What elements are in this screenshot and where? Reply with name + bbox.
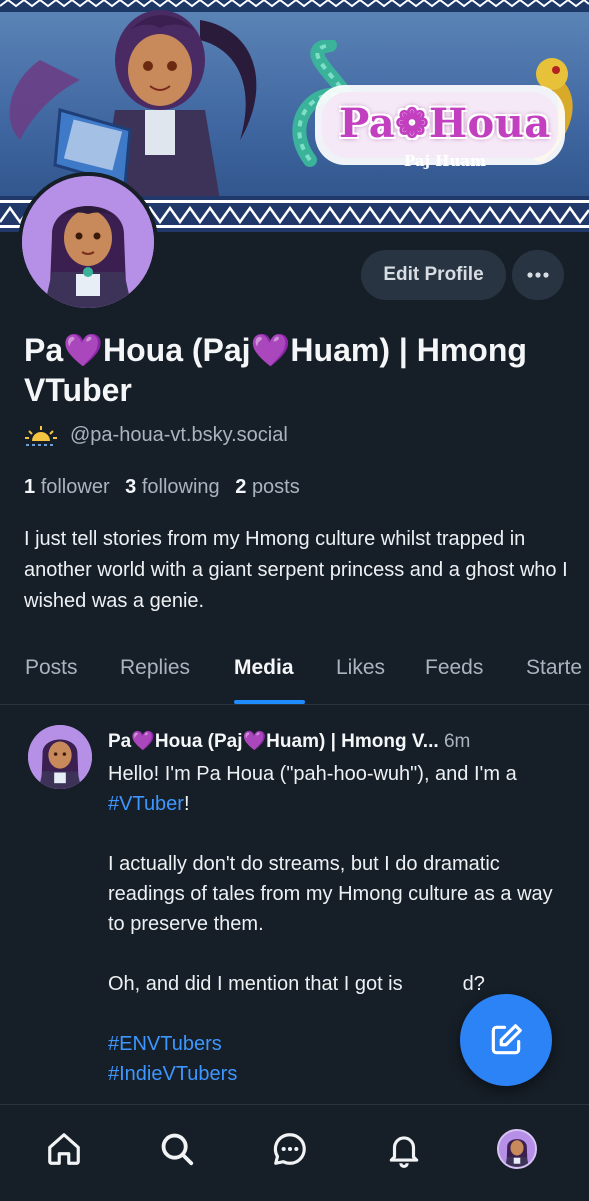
post-author-avatar[interactable]	[28, 725, 92, 789]
posts-label: posts	[251, 476, 300, 498]
post-header: Pa💜Houa (Paj💜Huam) | Hmong V... 6m	[108, 729, 578, 753]
profile-tabs: Posts Replies Media Likes Feeds Starte	[0, 640, 589, 705]
profile-display-name: Pa💜Houa (Paj💜Huam) | Hmong VTuber	[24, 332, 527, 408]
post-text-paragraph-3-end: d?	[462, 973, 485, 995]
profile-bio: I just tell stories from my Hmong cultur…	[24, 528, 568, 612]
avatar-character-icon	[499, 1131, 535, 1167]
following-label[interactable]: following	[142, 476, 220, 498]
chat-icon	[273, 1133, 306, 1165]
hashtag-vtuber[interactable]: #VTuber	[108, 793, 184, 815]
sunrise-icon	[25, 425, 57, 446]
tab-likes[interactable]: Likes	[336, 656, 385, 680]
compose-post-button[interactable]	[460, 994, 552, 1086]
nav-home[interactable]	[42, 1127, 86, 1171]
tab-starter-packs[interactable]: Starte	[526, 656, 582, 680]
avatar-character-icon	[22, 176, 154, 308]
profile-stats: 1 follower 3 following 2 posts	[24, 476, 300, 499]
ellipsis-icon	[527, 272, 549, 278]
avatar-character-icon	[28, 725, 92, 789]
edit-profile-button[interactable]: Edit Profile	[361, 250, 506, 300]
tab-feeds[interactable]: Feeds	[425, 656, 483, 680]
post-text-paragraph-3: Oh, and did I mention that I got is	[108, 973, 403, 995]
profile-avatar[interactable]	[18, 172, 158, 312]
tab-media[interactable]: Media	[234, 656, 294, 680]
followers-count[interactable]: 1	[24, 476, 35, 498]
followers-label[interactable]: follower	[41, 476, 110, 498]
following-count[interactable]: 3	[125, 476, 136, 498]
avatar-image	[22, 176, 154, 308]
tab-replies[interactable]: Replies	[120, 656, 190, 680]
profile-handle-row: @pa-houa-vt.bsky.social	[24, 424, 288, 447]
nav-notifications[interactable]	[382, 1127, 426, 1171]
nav-profile[interactable]	[495, 1127, 539, 1171]
posts-count: 2	[235, 476, 247, 498]
post-text-intro: Hello! I'm Pa Houa ("pah-hoo-wuh"), and …	[108, 763, 517, 785]
post-author-name[interactable]: Pa💜Houa (Paj💜Huam) | Hmong V...	[108, 731, 439, 752]
search-icon	[161, 1133, 194, 1166]
logo-title: Pa❁Houa	[339, 100, 551, 147]
nav-chat[interactable]	[268, 1127, 312, 1171]
nav-profile-avatar	[497, 1129, 537, 1169]
bell-icon	[389, 1136, 419, 1168]
home-icon	[48, 1133, 80, 1165]
active-tab-indicator	[234, 700, 305, 704]
more-options-button[interactable]	[512, 250, 564, 300]
nav-search[interactable]	[155, 1127, 199, 1171]
post-timestamp[interactable]: 6m	[444, 731, 470, 752]
profile-handle: @pa-houa-vt.bsky.social	[70, 424, 288, 446]
tab-posts[interactable]: Posts	[25, 656, 78, 680]
post-text-paragraph-2: I actually don't do streams, but I do dr…	[108, 853, 553, 935]
compose-icon	[491, 1024, 522, 1055]
bottom-navigation	[0, 1104, 589, 1201]
post-text-exclaim: !	[183, 793, 190, 815]
logo-subtitle: Paj Huam	[404, 152, 486, 170]
